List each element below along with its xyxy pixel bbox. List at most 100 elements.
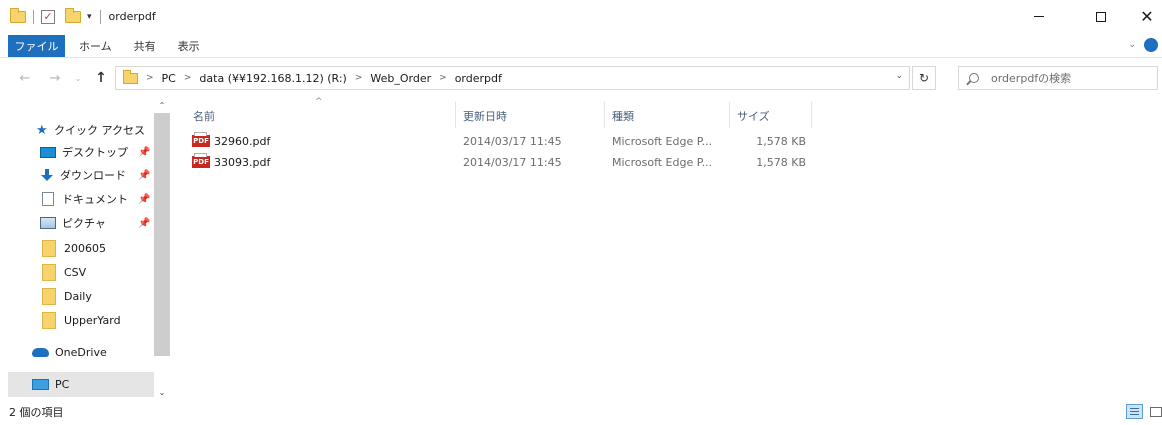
nav-item-onedrive[interactable]: OneDrive <box>32 341 107 363</box>
table-row[interactable]: PDF 33093.pdf 2014/03/17 11:45 Microsoft… <box>192 153 812 173</box>
column-header-type[interactable]: 種類 <box>612 106 634 126</box>
pin-icon[interactable]: 📌 <box>138 218 150 229</box>
nav-item-desktop[interactable]: デスクトップ <box>40 141 128 163</box>
large-icons-view-icon[interactable] <box>1148 404 1162 419</box>
search-input[interactable]: orderpdfの検索 <box>991 70 1071 86</box>
column-header-modified[interactable]: 更新日時 <box>463 106 507 126</box>
up-arrow-icon[interactable]: ↑ <box>92 69 110 87</box>
expand-ribbon-icon[interactable]: ⌄ <box>1128 40 1136 50</box>
properties-icon[interactable]: ✓ <box>41 9 55 24</box>
star-icon: ★ <box>36 122 48 138</box>
file-modified: 2014/03/17 11:45 <box>463 135 562 148</box>
file-size: 1,578 KB <box>756 135 806 148</box>
cloud-icon <box>32 347 49 357</box>
nav-item-label: CSV <box>64 265 87 279</box>
ribbon-controls: ⌄ <box>1128 38 1158 52</box>
file-type: Microsoft Edge P... <box>612 135 713 148</box>
help-icon[interactable] <box>1144 38 1158 52</box>
folder-icon <box>42 287 56 305</box>
pin-icon[interactable]: 📌 <box>138 147 150 158</box>
nav-item-label: クイック アクセス <box>54 124 145 137</box>
maximize-icon <box>1096 11 1106 22</box>
nav-item-documents[interactable]: ドキュメント <box>40 188 128 210</box>
navigation-pane: ★ クイック アクセス デスクトップ 📌 ダウンロード 📌 ドキュメント 📌 ピ… <box>0 97 170 398</box>
column-divider[interactable] <box>729 102 730 128</box>
tab-share[interactable]: 共有 <box>134 38 156 54</box>
file-modified: 2014/03/17 11:45 <box>463 156 562 169</box>
desktop-icon <box>40 146 56 158</box>
column-header-size[interactable]: サイズ <box>737 106 770 126</box>
table-row[interactable]: PDF 32960.pdf 2014/03/17 11:45 Microsoft… <box>192 132 812 152</box>
close-button[interactable]: ✕ <box>1124 0 1162 33</box>
column-header-name[interactable]: 名前 <box>193 106 215 126</box>
nav-item-label: ダウンロード <box>60 169 126 182</box>
scroll-up-icon[interactable]: ⌃ <box>154 99 170 111</box>
computer-icon <box>32 379 49 390</box>
refresh-button[interactable]: ↻ <box>912 66 936 90</box>
nav-item-csv[interactable]: CSV <box>42 261 86 283</box>
minimize-icon <box>1034 16 1044 17</box>
sort-ascending-icon: ^ <box>315 97 323 107</box>
divider <box>99 9 101 24</box>
nav-item-label: デスクトップ <box>62 146 128 159</box>
nav-item-upperyard[interactable]: UpperYard <box>42 309 121 331</box>
scrollbar-thumb[interactable] <box>154 113 170 356</box>
window-title: orderpdf <box>108 10 156 23</box>
file-size: 1,578 KB <box>756 156 806 169</box>
nav-scrollbar[interactable]: ⌃ ⌄ <box>154 97 170 398</box>
nav-item-label: 200605 <box>64 241 106 255</box>
divider <box>33 9 34 24</box>
nav-quick-access[interactable]: ★ クイック アクセス <box>36 119 145 141</box>
folder-icon[interactable] <box>10 7 26 23</box>
nav-item-pc[interactable]: PC <box>8 372 154 397</box>
title-bar: ✓ ▾ orderpdf ✕ <box>0 0 1162 33</box>
nav-item-label: PC <box>55 378 70 391</box>
nav-item-pictures[interactable]: ピクチャ <box>40 212 106 234</box>
folder-icon <box>42 263 56 281</box>
new-folder-icon[interactable] <box>65 7 81 23</box>
breadcrumb-orderpdf[interactable]: orderpdf <box>455 72 502 85</box>
chevron-right-icon[interactable]: > <box>146 73 154 83</box>
recent-locations-icon[interactable]: ⌄ <box>69 69 87 87</box>
column-divider[interactable] <box>811 102 812 128</box>
tab-file[interactable]: ファイル <box>8 34 65 57</box>
chevron-right-icon[interactable]: > <box>355 73 363 83</box>
column-divider[interactable] <box>604 102 605 128</box>
nav-item-downloads[interactable]: ダウンロード <box>40 164 126 186</box>
nav-item-label: ドキュメント <box>62 193 128 206</box>
pin-icon[interactable]: 📌 <box>138 194 150 205</box>
maximize-button[interactable] <box>1078 0 1124 33</box>
breadcrumb-web-order[interactable]: Web_Order <box>370 72 431 85</box>
nav-item-daily[interactable]: Daily <box>42 285 92 307</box>
chevron-right-icon[interactable]: > <box>184 73 192 83</box>
quick-access-toolbar: ✓ ▾ <box>10 7 105 24</box>
details-view-icon[interactable] <box>1126 404 1143 419</box>
search-box[interactable]: orderpdfの検索 <box>958 66 1158 90</box>
minimize-button[interactable] <box>1016 0 1062 33</box>
nav-item-200605[interactable]: 200605 <box>42 237 106 259</box>
scroll-down-icon[interactable]: ⌄ <box>154 386 170 398</box>
tab-home[interactable]: ホーム <box>79 38 112 54</box>
folder-icon <box>42 311 56 329</box>
tab-view[interactable]: 表示 <box>178 38 200 54</box>
forward-arrow-icon[interactable]: → <box>46 69 64 87</box>
folder-icon <box>123 69 138 84</box>
file-name: 33093.pdf <box>214 156 271 169</box>
pin-icon[interactable]: 📌 <box>138 170 150 181</box>
chevron-down-icon[interactable]: ⌄ <box>895 71 903 81</box>
column-divider[interactable] <box>455 102 456 128</box>
item-count: 2 個の項目 <box>9 406 64 419</box>
file-name: 32960.pdf <box>214 135 271 148</box>
address-bar[interactable]: > PC > data (¥¥192.168.1.12) (R:) > Web_… <box>115 66 910 90</box>
breadcrumb-data-drive[interactable]: data (¥¥192.168.1.12) (R:) <box>199 72 346 85</box>
navigation-bar: ← → ⌄ ↑ > PC > data (¥¥192.168.1.12) (R:… <box>0 60 1162 96</box>
back-arrow-icon[interactable]: ← <box>16 69 34 87</box>
file-list: ^ 名前 更新日時 種類 サイズ PDF 32960.pdf 2014/03/1… <box>180 97 1162 398</box>
pdf-file-icon: PDF <box>192 153 210 168</box>
breadcrumb-pc[interactable]: PC <box>162 72 176 85</box>
chevron-right-icon[interactable]: > <box>439 73 447 83</box>
customize-toolbar-icon[interactable]: ▾ <box>87 12 92 22</box>
refresh-icon: ↻ <box>918 71 930 85</box>
close-icon: ✕ <box>1140 7 1154 26</box>
nav-item-label: OneDrive <box>55 345 107 359</box>
